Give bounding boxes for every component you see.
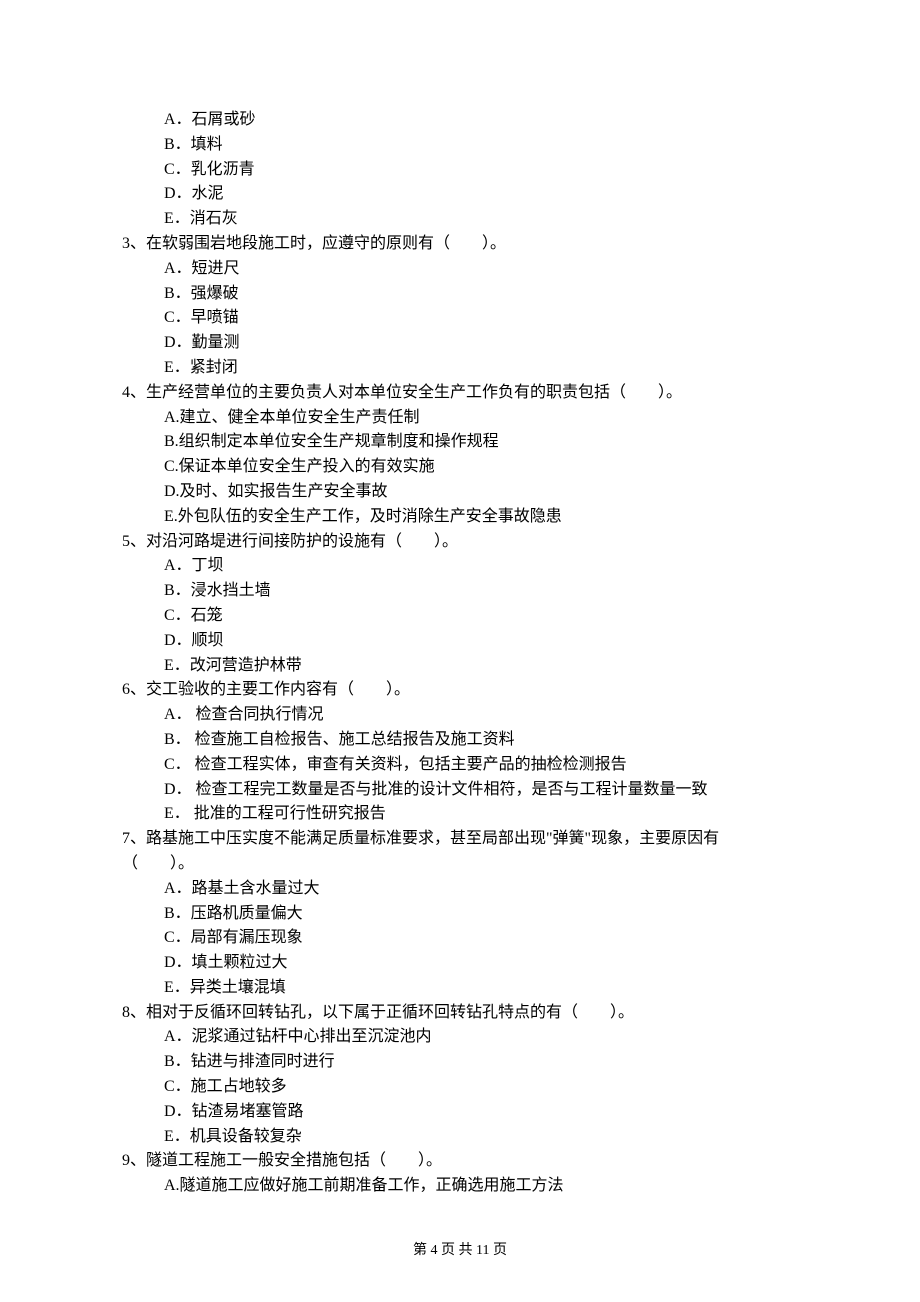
option-5-c: C．石笼 [122, 604, 798, 629]
option-5-e: E．改河营造护林带 [122, 654, 798, 679]
question-9-stem: 9、隧道工程施工一般安全措施包括（ ）。 [122, 1149, 798, 1174]
option-7-d: D．填土颗粒过大 [122, 951, 798, 976]
option-3-e: E．紧封闭 [122, 356, 798, 381]
option-3-c: C．早喷锚 [122, 306, 798, 331]
option-7-b: B．压路机质量偏大 [122, 902, 798, 927]
option-8-b: B．钻进与排渣同时进行 [122, 1050, 798, 1075]
option-4-a: A.建立、健全本单位安全生产责任制 [122, 406, 798, 431]
option-2-a: A．石屑或砂 [122, 108, 798, 133]
option-5-a: A．丁坝 [122, 554, 798, 579]
option-2-e: E．消石灰 [122, 207, 798, 232]
option-8-c: C．施工占地较多 [122, 1075, 798, 1100]
option-5-d: D．顺坝 [122, 629, 798, 654]
option-4-c: C.保证本单位安全生产投入的有效实施 [122, 455, 798, 480]
option-7-a: A．路基土含水量过大 [122, 877, 798, 902]
option-6-c: C． 检查工程实体，审查有关资料，包括主要产品的抽检检测报告 [122, 753, 798, 778]
question-9: 9、隧道工程施工一般安全措施包括（ ）。 A.隧道施工应做好施工前期准备工作，正… [122, 1149, 798, 1199]
option-6-a: A． 检查合同执行情况 [122, 703, 798, 728]
option-7-e: E．异类土壤混填 [122, 976, 798, 1001]
question-6-stem: 6、交工验收的主要工作内容有（ ）。 [122, 678, 798, 703]
option-9-a: A.隧道施工应做好施工前期准备工作，正确选用施工方法 [122, 1174, 798, 1199]
question-7: 7、路基施工中压实度不能满足质量标准要求，甚至局部出现"弹簧"现象，主要原因有 … [122, 827, 798, 1001]
option-8-e: E．机具设备较复杂 [122, 1125, 798, 1150]
question-4: 4、生产经营单位的主要负责人对本单位安全生产工作负有的职责包括（ ）。 A.建立… [122, 381, 798, 530]
option-6-b: B． 检查施工自检报告、施工总结报告及施工资料 [122, 728, 798, 753]
page-footer: 第 4 页 共 11 页 [0, 1240, 920, 1262]
option-4-d: D.及时、如实报告生产安全事故 [122, 480, 798, 505]
option-6-e: E． 批准的工程可行性研究报告 [122, 802, 798, 827]
option-2-b: B．填料 [122, 133, 798, 158]
question-4-stem: 4、生产经营单位的主要负责人对本单位安全生产工作负有的职责包括（ ）。 [122, 381, 798, 406]
option-4-e: E.外包队伍的安全生产工作，及时消除生产安全事故隐患 [122, 505, 798, 530]
option-2-c: C．乳化沥青 [122, 158, 798, 183]
option-8-d: D．钻渣易堵塞管路 [122, 1100, 798, 1125]
option-8-a: A．泥浆通过钻杆中心排出至沉淀池内 [122, 1025, 798, 1050]
question-8-stem: 8、相对于反循环回转钻孔，以下属于正循环回转钻孔特点的有（ ）。 [122, 1001, 798, 1026]
question-7-stem-line1: 7、路基施工中压实度不能满足质量标准要求，甚至局部出现"弹簧"现象，主要原因有 [122, 827, 798, 852]
option-2-d: D．水泥 [122, 182, 798, 207]
option-5-b: B．浸水挡土墙 [122, 579, 798, 604]
option-3-b: B．强爆破 [122, 282, 798, 307]
question-8: 8、相对于反循环回转钻孔，以下属于正循环回转钻孔特点的有（ ）。 A．泥浆通过钻… [122, 1001, 798, 1150]
option-7-c: C．局部有漏压现象 [122, 926, 798, 951]
document-body: A．石屑或砂 B．填料 C．乳化沥青 D．水泥 E．消石灰 3、在软弱围岩地段施… [122, 108, 798, 1199]
question-7-stem-line2: （ ）。 [122, 852, 798, 877]
option-6-d: D． 检查工程完工数量是否与批准的设计文件相符，是否与工程计量数量一致 [122, 778, 798, 803]
question-2-options: A．石屑或砂 B．填料 C．乳化沥青 D．水泥 E．消石灰 [122, 108, 798, 232]
question-6: 6、交工验收的主要工作内容有（ ）。 A． 检查合同执行情况 B． 检查施工自检… [122, 678, 798, 827]
option-3-a: A．短进尺 [122, 257, 798, 282]
question-5-stem: 5、对沿河路堤进行间接防护的设施有（ ）。 [122, 530, 798, 555]
question-3-stem: 3、在软弱围岩地段施工时，应遵守的原则有（ ）。 [122, 232, 798, 257]
question-5: 5、对沿河路堤进行间接防护的设施有（ ）。 A．丁坝 B．浸水挡土墙 C．石笼 … [122, 530, 798, 679]
option-4-b: B.组织制定本单位安全生产规章制度和操作规程 [122, 430, 798, 455]
question-3: 3、在软弱围岩地段施工时，应遵守的原则有（ ）。 A．短进尺 B．强爆破 C．早… [122, 232, 798, 381]
option-3-d: D．勤量测 [122, 331, 798, 356]
